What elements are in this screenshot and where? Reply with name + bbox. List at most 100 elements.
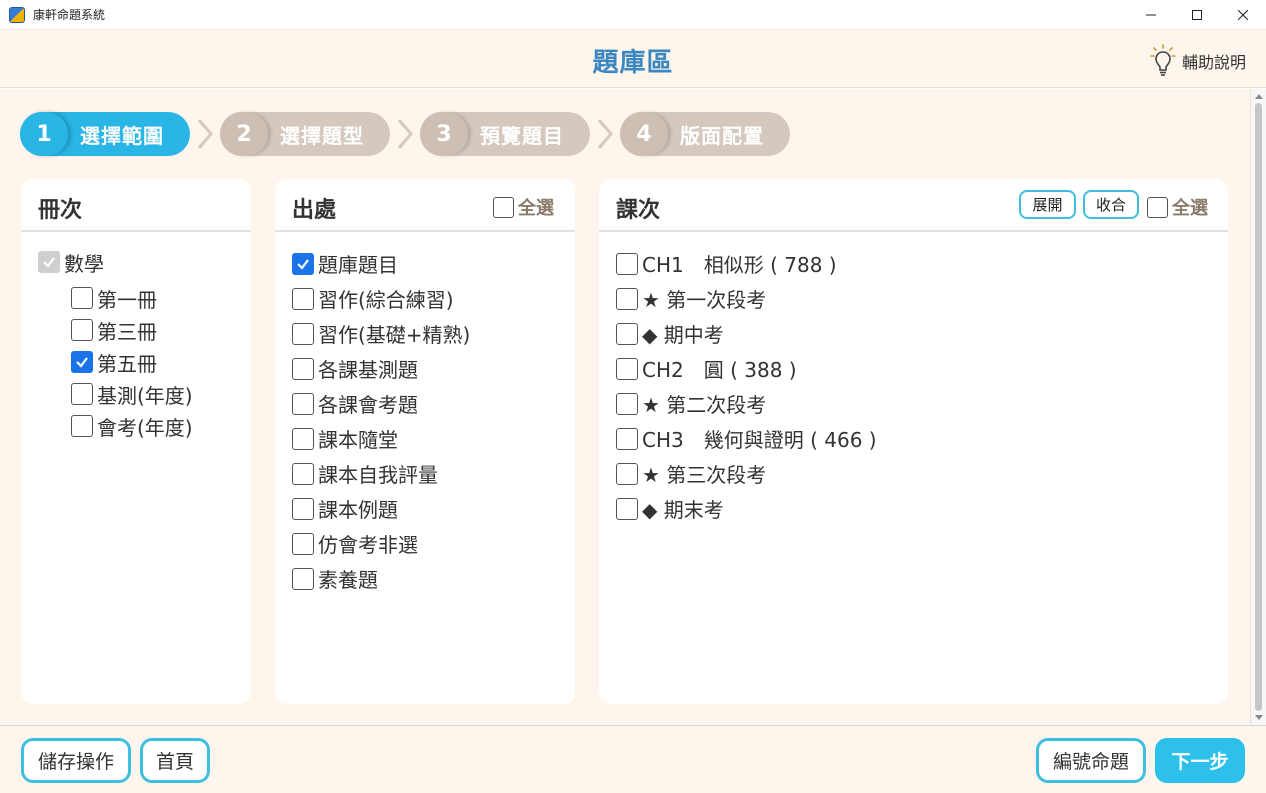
checkbox-label: ★ 第二次段考 [642,393,767,417]
chevron-right-icon [197,119,213,149]
source-list: 題庫題目 習作(綜合練習) 習作(基礎+精熟) 各課基測題 各課會考題 課本隨堂… [275,232,575,596]
checkbox[interactable] [616,462,638,485]
checkbox-label: 習作(基礎+精熟) [318,323,471,347]
volume-item[interactable]: 第五冊 [71,346,251,378]
scroll-down-icon[interactable] [1255,715,1263,720]
checkbox[interactable] [292,427,314,450]
source-item[interactable]: 素養題 [292,561,575,596]
source-item[interactable]: 題庫題目 [292,246,575,281]
panel-title: 冊次 [38,198,83,223]
checkbox[interactable] [616,357,638,380]
collapse-button[interactable]: 收合 [1083,190,1139,219]
source-item[interactable]: 課本隨堂 [292,421,575,456]
checkbox[interactable] [71,319,93,341]
lesson-item[interactable]: CH2 圓 ( 388 ) [616,351,1228,386]
checkbox[interactable] [616,392,638,415]
checkbox-label: 各課基測題 [318,358,418,382]
window-title: 康軒命題系統 [33,8,106,22]
checkbox[interactable] [292,567,314,590]
checkbox-label: 課本自我評量 [318,463,438,487]
scroll-thumb[interactable] [1255,103,1262,711]
checkbox[interactable] [71,287,93,309]
help-label: 輔助說明 [1181,53,1246,72]
sources-panel: 出處 全選 題庫題目 習作(綜合練習) 習作(基礎+精熟) 各課基測題 各課會考… [275,179,575,704]
lesson-item[interactable]: ◆ 期末考 [616,491,1228,526]
source-item[interactable]: 課本例題 [292,491,575,526]
source-item[interactable]: 習作(基礎+精熟) [292,316,575,351]
lesson-item[interactable]: ★ 第二次段考 [616,386,1228,421]
step-2[interactable]: 2 選擇題型 [220,112,390,156]
source-item[interactable]: 仿會考非選 [292,526,575,561]
source-item[interactable]: 各課會考題 [292,386,575,421]
panel-header: 冊次 [21,179,251,232]
checkbox[interactable] [292,532,314,555]
lesson-item[interactable]: ★ 第一次段考 [616,281,1228,316]
step-3[interactable]: 3 預覽題目 [420,112,590,156]
checkbox[interactable] [292,462,314,485]
volume-item[interactable]: 基測(年度) [71,378,251,410]
checkbox[interactable] [616,252,638,275]
checkbox[interactable] [616,322,638,345]
checkbox[interactable] [616,427,638,450]
main-content: 1 選擇範圍 2 選擇題型 3 預覽題目 4 版面配置 冊次 數學 第一冊 第三… [0,89,1250,725]
maximize-button[interactable] [1174,0,1220,30]
checkbox[interactable] [292,322,314,345]
checkbox[interactable] [71,415,93,437]
close-window-button[interactable] [1220,0,1266,30]
tree-root-math[interactable]: 數學 [38,246,251,278]
lesson-item[interactable]: ★ 第三次段考 [616,456,1228,491]
panel-header: 出處 全選 [275,179,575,232]
checkbox-label: 數學 [64,251,104,276]
scroll-up-icon[interactable] [1255,94,1263,99]
save-operation-button[interactable]: 儲存操作 [21,738,131,783]
step-label: 選擇範圍 [80,123,164,148]
vertical-scrollbar[interactable] [1250,89,1266,725]
help-button[interactable]: 輔助說明 [1150,44,1246,78]
step-1[interactable]: 1 選擇範圍 [20,112,190,156]
home-button[interactable]: 首頁 [140,738,210,783]
checkbox-label: CH1 相似形 ( 788 ) [642,253,837,277]
volume-item[interactable]: 第三冊 [71,314,251,346]
source-item[interactable]: 習作(綜合練習) [292,281,575,316]
lesson-item[interactable]: CH3 幾何與證明 ( 466 ) [616,421,1228,456]
checkbox[interactable] [292,497,314,520]
checkbox[interactable] [616,497,638,520]
lessons-panel: 課次 展開 收合 全選 CH1 相似形 ( 788 ) ★ 第一次段考 ◆ 期中… [599,179,1228,704]
select-all-sources[interactable]: 全選 [493,194,554,220]
checkbox-label: CH2 圓 ( 388 ) [642,358,797,382]
checkbox-label: 第三冊 [97,319,157,344]
volume-item[interactable]: 第一冊 [71,282,251,314]
checkbox-label: 素養題 [318,568,378,592]
checkbox[interactable] [1147,196,1168,218]
panel-header: 課次 展開 收合 全選 [599,179,1228,232]
checkbox[interactable] [292,392,314,415]
number-question-button[interactable]: 編號命題 [1036,738,1146,783]
lesson-item[interactable]: ◆ 期中考 [616,316,1228,351]
checkbox-label: 各課會考題 [318,393,418,417]
checkbox[interactable] [493,196,514,218]
checkbox[interactable] [71,383,93,405]
lesson-item[interactable]: CH1 相似形 ( 788 ) [616,246,1228,281]
volume-item[interactable]: 會考(年度) [71,410,251,442]
minimize-button[interactable] [1128,0,1174,30]
checkbox[interactable] [292,287,314,310]
footer-bar: 儲存操作 首頁 編號命題 下一步 [0,725,1266,793]
checkbox-label: 課本隨堂 [318,428,398,452]
checkbox[interactable] [292,357,314,380]
select-all-lessons[interactable]: 全選 [1147,194,1208,220]
checkbox[interactable] [292,252,314,275]
expand-button[interactable]: 展開 [1019,190,1076,219]
step-4[interactable]: 4 版面配置 [620,112,790,156]
close-icon [1238,10,1248,20]
checkbox-label: 基測(年度) [97,383,193,408]
step-number: 4 [620,112,668,156]
source-item[interactable]: 各課基測題 [292,351,575,386]
source-item[interactable]: 課本自我評量 [292,456,575,491]
checkbox[interactable] [71,351,93,373]
checkmark-icon [76,357,88,368]
checkbox[interactable] [616,287,638,310]
checkbox-label: ◆ 期中考 [642,323,724,347]
next-step-button[interactable]: 下一步 [1155,738,1245,783]
window-controls [1128,0,1266,30]
select-all-label: 全選 [518,198,554,219]
